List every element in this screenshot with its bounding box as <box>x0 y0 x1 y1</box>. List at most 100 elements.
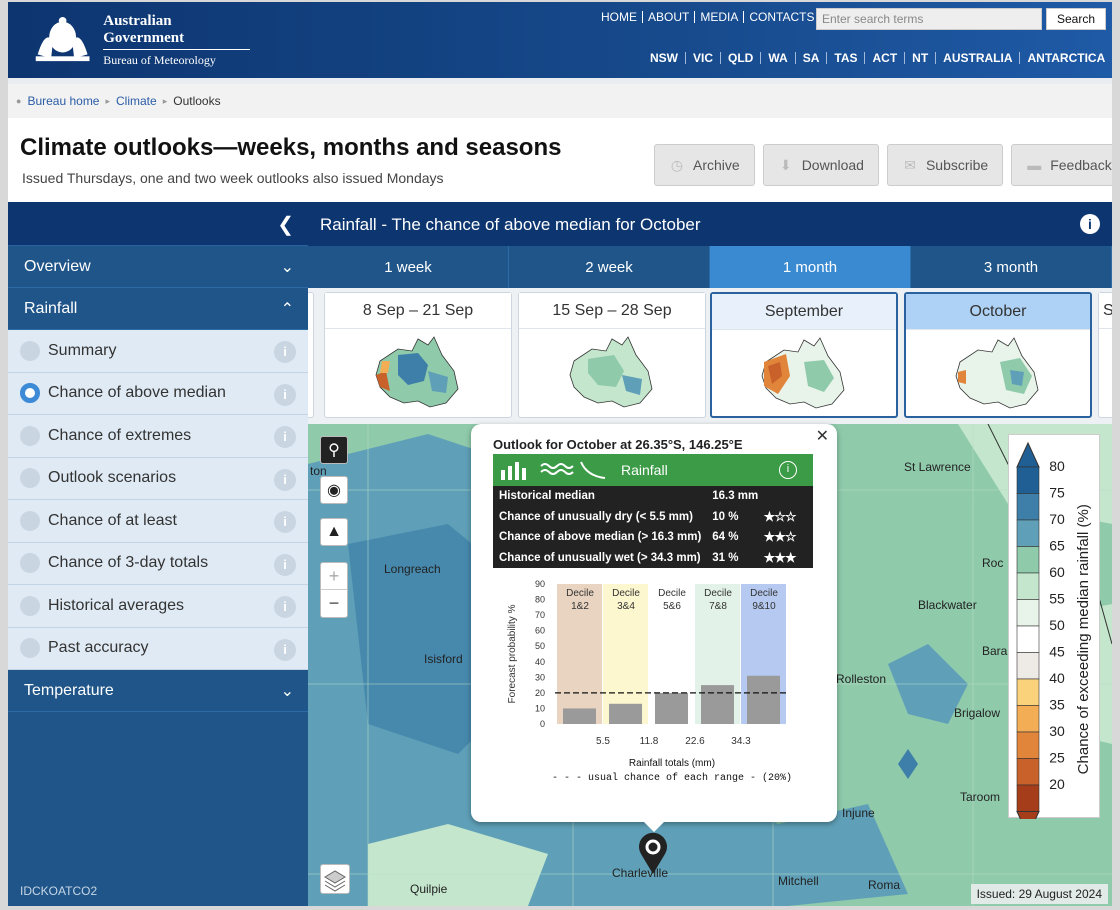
decile-bar-chart: Decile 1&2 Decile 3&4 Decile 5&6 Decile 7&8 Deci… <box>507 579 792 784</box>
thumbnail-partial-next[interactable]: S <box>1098 292 1112 418</box>
download-button[interactable]: ⬇ Download <box>762 144 879 186</box>
subscribe-button[interactable]: ✉ Subscribe <box>886 144 1004 186</box>
chevron-left-icon[interactable]: ❮ <box>277 212 294 237</box>
legend-swatch <box>1016 705 1040 733</box>
radio-icon[interactable] <box>20 468 40 489</box>
location-marker-icon[interactable] <box>636 830 670 876</box>
search-map-button[interactable]: ⚲ <box>320 436 348 464</box>
sidebar-item-chance-of-at-least[interactable]: Chance of at least i <box>8 500 308 543</box>
y-tick-label: 30 <box>535 672 545 682</box>
state-link-act[interactable]: ACT <box>865 52 906 64</box>
state-link-vic[interactable]: VIC <box>686 52 722 64</box>
tab-1-week[interactable]: 1 week <box>308 246 509 288</box>
feedback-button[interactable]: ▬ Feedback <box>1011 144 1112 186</box>
info-icon[interactable]: i <box>1080 214 1100 234</box>
close-icon[interactable]: ✕ <box>816 426 829 446</box>
info-icon[interactable]: i <box>274 511 296 533</box>
sidebar-item-chance-of-extremes[interactable]: Chance of extremes i <box>8 415 308 458</box>
thumbnail-partial[interactable] <box>308 292 314 418</box>
y-tick-label: 0 <box>540 719 545 729</box>
state-link-antarctica[interactable]: ANTARCTICA <box>1020 52 1112 64</box>
table-row: Historical median 16.3 mm <box>493 486 813 507</box>
legend-swatch <box>1016 678 1040 706</box>
map-label-mitchell: Mitchell <box>778 874 819 888</box>
sidebar-section-rainfall[interactable]: Rainfall ⌃ <box>8 288 308 330</box>
info-icon[interactable]: i <box>779 461 797 479</box>
archive-button[interactable]: ◷ Archive <box>654 144 755 186</box>
curve-icon <box>580 461 606 479</box>
thumbnail-8-sep-21-sep[interactable]: 8 Sep – 21 Sep <box>324 292 512 418</box>
zoom-out-button[interactable]: − <box>321 590 347 617</box>
state-link-wa[interactable]: WA <box>761 52 796 64</box>
info-icon[interactable]: i <box>274 596 296 618</box>
state-link-tas[interactable]: TAS <box>827 52 866 64</box>
radio-selected-icon[interactable] <box>20 383 40 404</box>
breadcrumb-bureau-home[interactable]: Bureau home <box>27 94 99 108</box>
radio-icon[interactable] <box>20 638 40 659</box>
thumbnail-september[interactable]: September <box>710 292 898 418</box>
thumbnail-october[interactable]: October <box>904 292 1092 418</box>
australia-map-thumbnail <box>375 336 459 408</box>
tab-2-week[interactable]: 2 week <box>509 246 710 288</box>
thumbnail-label: September <box>712 294 896 330</box>
info-icon[interactable]: i <box>274 426 296 448</box>
state-link-australia[interactable]: AUSTRALIA <box>936 52 1021 64</box>
table-row: Chance of unusually wet (> 34.3 mm) 31 %… <box>493 548 813 569</box>
state-link-qld[interactable]: QLD <box>721 52 762 64</box>
about-link[interactable]: ABOUT <box>643 11 696 23</box>
sidebar-item-outlook-scenarios[interactable]: Outlook scenarios i <box>8 457 308 500</box>
legend-value-label: 55 <box>1049 591 1065 607</box>
site-header: Australian Government Bureau of Meteorol… <box>8 2 1112 78</box>
info-icon[interactable]: i <box>274 383 296 406</box>
sidebar-section-overview[interactable]: Overview ⌄ <box>8 246 308 288</box>
australia-map-thumbnail <box>569 336 653 408</box>
tab-1-month[interactable]: 1 month <box>710 246 911 288</box>
thumbnail-15-sep-28-sep[interactable]: 15 Sep – 28 Sep <box>518 292 706 418</box>
info-icon[interactable]: i <box>274 341 296 363</box>
x-tick-label: 5.5 <box>596 736 610 747</box>
sidebar-item-chance-of-3-day-totals[interactable]: Chance of 3-day totals i <box>8 542 308 585</box>
home-link[interactable]: HOME <box>596 11 643 23</box>
decile-label: Decile <box>750 588 778 599</box>
globe-button[interactable]: ◉ <box>320 476 348 504</box>
sidebar-item-summary[interactable]: Summary i <box>8 330 308 373</box>
radio-icon[interactable] <box>20 510 40 531</box>
row-value: 16.3 mm <box>712 490 759 503</box>
contacts-link[interactable]: CONTACTS <box>744 11 819 23</box>
layers-button[interactable] <box>320 864 350 894</box>
breadcrumb: ● Bureau home ▸ Climate ▸ Outlooks <box>8 84 1112 118</box>
search-input[interactable]: Enter search terms <box>816 8 1042 30</box>
zoom-in-button[interactable]: + <box>321 563 347 590</box>
state-link-sa[interactable]: SA <box>796 52 828 64</box>
sidebar-item-past-accuracy[interactable]: Past accuracy i <box>8 627 308 670</box>
info-icon[interactable]: i <box>274 638 296 661</box>
breadcrumb-outlooks: Outlooks <box>173 94 221 108</box>
decile-label: Decile <box>566 588 594 599</box>
tab-3-month[interactable]: 3 month <box>911 246 1112 288</box>
decile-bar <box>563 708 596 724</box>
radio-icon[interactable] <box>20 595 40 616</box>
state-link-nsw[interactable]: NSW <box>643 52 686 64</box>
sidebar-item-chance-of-above-median[interactable]: Chance of above median i <box>8 372 308 415</box>
sidebar-item-label: Chance of above median <box>48 384 226 402</box>
state-link-nt[interactable]: NT <box>905 52 937 64</box>
info-icon[interactable]: i <box>274 553 296 576</box>
breadcrumb-climate[interactable]: Climate <box>116 94 157 108</box>
radio-icon[interactable] <box>20 553 40 574</box>
legend-arrow-up <box>1016 441 1040 468</box>
radio-icon[interactable] <box>20 425 40 446</box>
legend-value-label: 60 <box>1049 564 1065 580</box>
info-icon[interactable]: i <box>274 468 296 491</box>
map-label-st-lawrence: St Lawrence <box>904 460 971 474</box>
chevron-down-icon: ⌄ <box>280 682 294 700</box>
australia-map-thumbnail <box>955 337 1039 409</box>
media-link[interactable]: MEDIA <box>695 11 745 23</box>
colour-legend: 80 75 70 65 60 55 50 45 40 35 30 25 20 Chance of exce… <box>1008 434 1100 837</box>
sidebar-item-historical-averages[interactable]: Historical averages i <box>8 585 308 628</box>
australia-extent-button[interactable]: ▲ <box>320 518 348 546</box>
legend-swatch <box>1016 599 1040 627</box>
sidebar-section-label: Overview <box>24 257 91 275</box>
search-button[interactable]: Search <box>1046 8 1106 30</box>
sidebar-section-temperature[interactable]: Temperature ⌄ <box>8 670 308 712</box>
radio-icon[interactable] <box>20 340 40 361</box>
